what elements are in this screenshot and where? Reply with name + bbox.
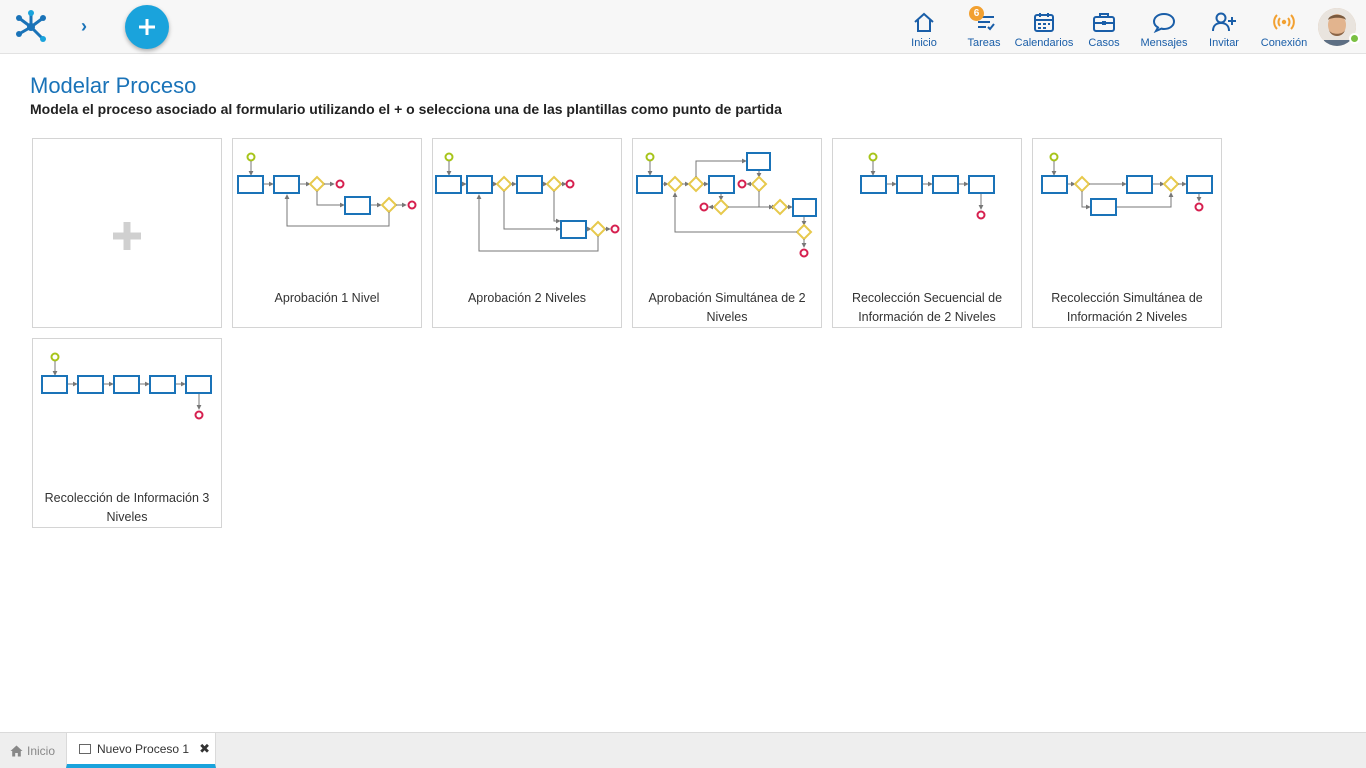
expand-menu-chevron-icon[interactable]: › xyxy=(74,14,94,38)
nav-label: Conexión xyxy=(1260,37,1308,49)
tab-label: Inicio xyxy=(26,743,55,758)
nav-calendarios[interactable]: Calendarios xyxy=(1013,0,1075,54)
template-label: Aprobación Simultánea de 2 Niveles xyxy=(648,291,806,324)
nav-invitar[interactable]: Invitar xyxy=(1204,0,1244,54)
process-diagram xyxy=(860,152,995,220)
bottom-tab-bar: Inicio Nuevo Proceso 1 ✖ xyxy=(0,732,1366,768)
nav-inicio[interactable]: Inicio xyxy=(903,0,945,54)
window-icon xyxy=(79,743,91,754)
message-icon xyxy=(1150,8,1178,36)
template-card[interactable]: Recolección Secuencial de Información de… xyxy=(832,138,1022,328)
nav-label: Tareas xyxy=(967,37,1001,49)
template-card[interactable]: Aprobación Simultánea de 2 Niveles xyxy=(632,138,822,328)
nav-casos[interactable]: Casos xyxy=(1086,0,1122,54)
blank-process-card[interactable] xyxy=(32,138,222,328)
nav-mensajes[interactable]: Mensajes xyxy=(1138,0,1190,54)
template-card[interactable]: Recolección de Información 3 Niveles xyxy=(32,338,222,528)
app-logo-icon[interactable] xyxy=(13,9,49,45)
template-label: Aprobación 1 Nivel xyxy=(274,291,380,305)
nav-label: Casos xyxy=(1088,37,1120,49)
tab-inicio[interactable]: Inicio xyxy=(0,733,65,768)
process-diagram xyxy=(1041,152,1213,216)
process-diagram xyxy=(636,152,817,258)
template-card[interactable]: Aprobación 2 Niveles xyxy=(432,138,622,328)
nav-label: Calendarios xyxy=(1014,37,1074,49)
tasks-icon: 6 xyxy=(969,6,998,36)
page-subtitle: Modela el proceso asociado al formulario… xyxy=(30,101,782,117)
plus-icon xyxy=(113,222,141,250)
home-icon xyxy=(10,745,23,756)
nav-label: Invitar xyxy=(1209,37,1239,49)
template-label: Recolección de Información 3 Niveles xyxy=(44,491,210,524)
template-card[interactable]: Aprobación 1 Nivel xyxy=(232,138,422,328)
home-icon xyxy=(910,8,938,36)
nav-tareas[interactable]: 6 Tareas xyxy=(962,0,1006,54)
process-diagram xyxy=(41,352,212,420)
online-status-dot xyxy=(1349,33,1360,44)
tasks-badge: 6 xyxy=(969,6,984,21)
nav-conexion[interactable]: Conexión xyxy=(1259,0,1309,54)
template-card[interactable]: Recolección Simultánea de Información 2 … xyxy=(1032,138,1222,328)
top-bar: › Inicio 6 Tareas Calendarios Casos Mens… xyxy=(0,0,1366,54)
process-diagram xyxy=(237,152,417,227)
briefcase-icon xyxy=(1090,8,1118,36)
nav-label: Mensajes xyxy=(1140,37,1188,49)
calendar-icon xyxy=(1030,8,1058,36)
template-label: Aprobación 2 Niveles xyxy=(467,291,587,305)
plus-icon xyxy=(139,19,155,35)
connection-icon xyxy=(1270,8,1298,36)
new-item-button[interactable] xyxy=(125,5,169,49)
invite-user-icon xyxy=(1210,8,1238,36)
template-label: Recolección Secuencial de Información de… xyxy=(851,291,1003,324)
process-diagram xyxy=(435,152,620,252)
tab-label: Nuevo Proceso 1 xyxy=(97,741,190,756)
nav-label: Inicio xyxy=(911,37,937,49)
page-title: Modelar Proceso xyxy=(30,73,197,98)
close-tab-icon[interactable]: ✖ xyxy=(199,741,210,757)
template-label: Recolección Simultánea de Información 2 … xyxy=(1051,291,1203,324)
tab-nuevo-proceso[interactable]: Nuevo Proceso 1 ✖ xyxy=(66,733,216,768)
